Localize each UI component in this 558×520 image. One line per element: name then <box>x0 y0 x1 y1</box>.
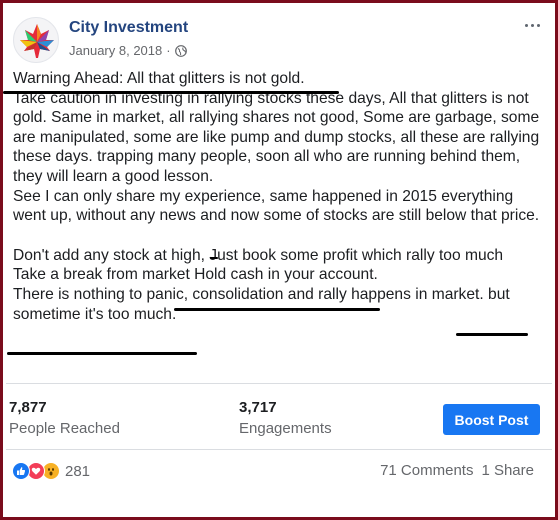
pen-mark <box>210 257 218 259</box>
globe-icon[interactable] <box>174 44 187 57</box>
post-frame: City Investment January 8, 2018 · Warnin… <box>0 0 558 520</box>
post-meta: January 8, 2018 · <box>69 43 187 58</box>
people-reached-value: 7,877 <box>9 399 47 416</box>
meta-separator: · <box>166 43 171 58</box>
underline-mark <box>3 91 339 94</box>
reactions-summary[interactable]: 281 <box>12 461 90 481</box>
post-body: Warning Ahead: All that glitters is not … <box>13 69 543 324</box>
post-header: City Investment January 8, 2018 · <box>13 17 545 65</box>
divider <box>6 383 552 384</box>
engagements-label[interactable]: Engagements <box>239 420 332 437</box>
page-name-link[interactable]: City Investment <box>69 19 188 37</box>
comments-count-link[interactable]: 71 Comments <box>380 462 473 479</box>
divider <box>6 449 552 450</box>
warning-line: Warning Ahead: All that glitters is not … <box>13 70 305 87</box>
underline-mark <box>174 308 380 311</box>
caution-paragraph: Take caution in investing in rallying st… <box>13 89 540 185</box>
people-reached-label[interactable]: People Reached <box>9 420 120 437</box>
shares-count-link[interactable]: 1 Share <box>481 462 534 479</box>
reaction-count[interactable]: 281 <box>65 463 90 480</box>
maple-leaf-logo-icon[interactable] <box>13 17 59 63</box>
nothing-to-panic-line: There is nothing to panic, consolidation… <box>13 285 510 323</box>
dont-add-line: Don't add any stock at high, Just book s… <box>13 246 504 264</box>
post-date[interactable]: January 8, 2018 <box>69 43 162 58</box>
like-icon <box>12 462 30 480</box>
take-break-line: Take a break from market Hold cash in yo… <box>13 266 378 284</box>
experience-paragraph: See I can only share my experience, same… <box>13 187 540 225</box>
boost-post-button[interactable]: Boost Post <box>443 404 540 435</box>
underline-mark <box>456 333 528 336</box>
comments-share: 71 Comments 1 Share <box>380 462 534 479</box>
underline-mark <box>7 352 197 355</box>
more-options-icon[interactable] <box>519 17 545 33</box>
engagements-value: 3,717 <box>239 399 277 416</box>
